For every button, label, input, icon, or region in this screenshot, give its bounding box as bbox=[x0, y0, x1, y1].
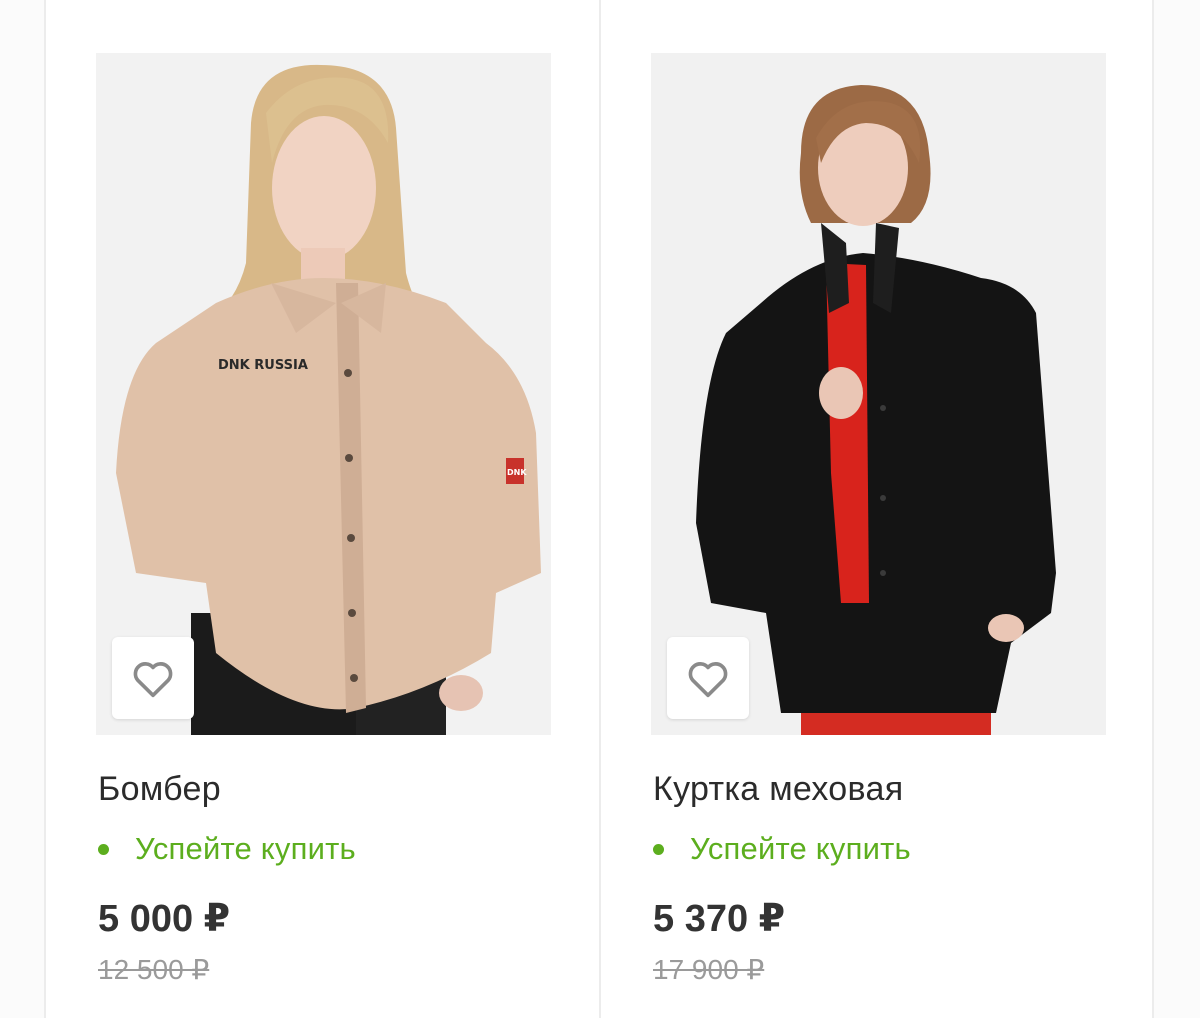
fur-jacket-photo bbox=[651, 53, 1106, 735]
status-text: Успейте купить bbox=[135, 831, 356, 866]
product-card[interactable]: DNK RUSSIA DNK Бомбер Успейте купить 5 0… bbox=[44, 0, 599, 1018]
product-title[interactable]: Куртка меховая bbox=[653, 770, 903, 809]
product-grid: DNK RUSSIA DNK Бомбер Успейте купить 5 0… bbox=[44, 0, 1156, 1018]
product-image[interactable] bbox=[651, 53, 1106, 735]
product-image[interactable]: DNK RUSSIA DNK bbox=[96, 53, 551, 735]
availability-status: Успейте купить bbox=[98, 831, 356, 867]
current-price: 5 000 ₽ bbox=[98, 898, 231, 940]
current-price: 5 370 ₽ bbox=[653, 898, 786, 940]
heart-outline-icon bbox=[688, 662, 728, 698]
status-text: Успейте купить bbox=[690, 831, 911, 866]
status-dot-icon bbox=[653, 843, 664, 855]
catalog-page: DNK RUSSIA DNK Бомбер Успейте купить 5 0… bbox=[0, 0, 1200, 1018]
chest-logo: DNK RUSSIA bbox=[218, 358, 308, 373]
sleeve-logo: DNK bbox=[507, 468, 527, 477]
product-title[interactable]: Бомбер bbox=[98, 770, 221, 809]
status-dot-icon bbox=[98, 843, 109, 855]
old-price: 12 500 ₽ bbox=[98, 954, 210, 985]
heart-outline-icon bbox=[133, 662, 173, 698]
availability-status: Успейте купить bbox=[653, 831, 911, 867]
bomber-photo: DNK RUSSIA DNK bbox=[96, 53, 551, 735]
product-card[interactable]: Куртка меховая Успейте купить 5 370 ₽ 17… bbox=[599, 0, 1154, 1018]
favorite-button[interactable] bbox=[667, 637, 749, 719]
favorite-button[interactable] bbox=[112, 637, 194, 719]
old-price: 17 900 ₽ bbox=[653, 954, 765, 985]
